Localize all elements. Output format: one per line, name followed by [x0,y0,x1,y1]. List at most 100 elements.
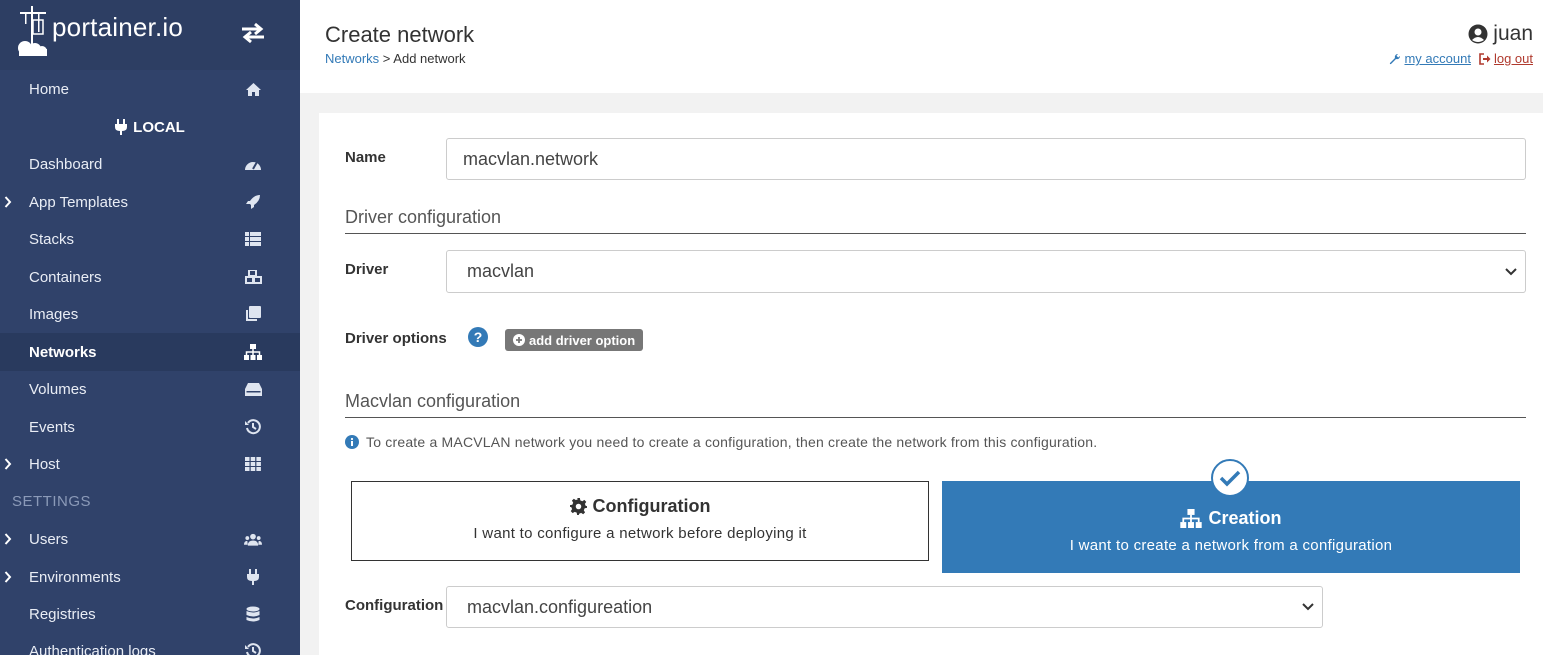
svg-text:?: ? [474,329,483,345]
configuration-option-card[interactable]: Configuration I want to configure a netw… [351,481,929,561]
plug-icon [244,568,262,586]
sidebar-item-authentication-logs[interactable]: Authentication logs [0,632,300,655]
sidebar-item-host[interactable]: Host [0,445,300,483]
sidebar-item-label: Users [29,530,69,548]
portainer-logo-icon [18,6,47,56]
history-icon [244,642,262,655]
sidebar-item-dashboard[interactable]: Dashboard [0,145,300,183]
wrench-icon [1390,53,1401,64]
log-out-label: log out [1493,51,1533,66]
driver-select[interactable]: macvlan [446,250,1526,293]
tachometer-icon [244,155,262,173]
sidebar-item-app-templates[interactable]: App Templates [0,183,300,221]
sidebar-item-label: Images [29,305,79,323]
sidebar-item-local[interactable]: LOCAL [0,108,300,146]
sidebar-item-label: App Templates [29,193,128,211]
sidebar-item-networks[interactable]: Networks [0,333,300,371]
home-icon [244,80,262,98]
create-network-form: Name macvlan.network Driver configuratio… [319,113,1543,655]
sidebar-item-label: Volumes [29,380,87,398]
sidebar-item-label: Stacks [29,230,75,248]
user-menu: juan [1468,22,1533,46]
plug-icon [115,119,128,135]
history-icon [244,418,262,436]
configuration-option-subtitle: I want to configure a network before dep… [473,525,807,542]
users-icon [244,530,262,548]
configuration-select-value: macvlan.configureation [467,596,653,617]
sidebar-item-label: Home [29,80,70,98]
brand-name: portainer.io [52,12,184,42]
sidebar-item-label: Authentication logs [29,642,156,655]
log-out-link[interactable]: log out [1479,51,1533,66]
chevron-down-icon [1302,603,1314,611]
name-input[interactable]: macvlan.network [446,138,1526,180]
selected-check-icon [1211,459,1249,497]
sidebar-item-containers[interactable]: Containers [0,258,300,296]
sidebar-item-label: Environments [29,568,121,586]
sidebar-item-stacks[interactable]: Stacks [0,220,300,258]
creation-option-subtitle: I want to create a network from a config… [1069,537,1393,554]
sidebar-section-settings: SETTINGS [12,493,92,510]
chevron-right-icon [4,533,12,545]
sidebar-item-label: Host [29,455,60,473]
breadcrumb-separator: > [379,51,394,66]
sign-out-icon [1479,52,1491,65]
sidebar-item-label: Dashboard [29,155,103,173]
macvlan-configuration-title: Macvlan configuration [345,391,1526,418]
th-list-icon [244,230,262,248]
sitemap-icon [1180,509,1203,528]
configuration-select[interactable]: macvlan.configureation [446,586,1323,628]
sidebar-item-users[interactable]: Users [0,520,300,558]
add-driver-option-label: add driver option [529,332,636,348]
macvlan-info-text: To create a MACVLAN network you need to … [345,434,1097,450]
sidebar-item-home[interactable]: Home [0,70,300,108]
driver-options-label: Driver options [345,330,447,347]
sidebar-item-label: Events [29,418,75,436]
chevron-right-icon [4,571,12,583]
brand-header: portainer.io [0,0,300,70]
add-driver-option-button[interactable]: add driver option [505,329,644,351]
page-title: Create network [325,22,475,47]
sidebar-item-registries[interactable]: Registries [0,595,300,633]
username: juan [1493,22,1533,45]
user-circle-icon [1468,24,1488,44]
driver-label: Driver [345,261,389,278]
sidebar-item-images[interactable]: Images [0,295,300,333]
my-account-label: my account [1404,51,1471,66]
breadcrumb-current: Add network [393,51,466,66]
cog-icon [569,498,587,515]
question-circle-icon[interactable]: ? [468,327,488,347]
breadcrumb: Networks > Add network [325,51,466,66]
sidebar-item-label: Registries [29,605,96,623]
toggle-sidebar-icon[interactable] [240,22,266,44]
info-circle-icon [345,435,359,449]
cubes-icon [244,268,262,286]
sidebar-item-label: Networks [29,343,97,361]
clone-icon [244,305,262,323]
breadcrumb-networks-link[interactable]: Networks [325,51,379,66]
creation-option-title-text: Creation [1208,508,1282,528]
plus-circle-icon [513,334,525,346]
sidebar-item-label: Containers [29,268,102,286]
th-icon [244,455,262,473]
chevron-right-icon [4,196,12,208]
configuration-option-title: Configuration [352,496,928,517]
my-account-link[interactable]: my account [1389,51,1471,66]
creation-option-title: Creation [942,508,1520,529]
sidebar-item-volumes[interactable]: Volumes [0,370,300,408]
driver-configuration-title: Driver configuration [345,207,1526,234]
rocket-icon [244,193,262,211]
configuration-label: Configuration [345,597,444,614]
info-text: To create a MACVLAN network you need to … [366,434,1098,450]
chevron-right-icon [4,458,12,470]
configuration-option-title-text: Configuration [592,496,711,516]
name-label: Name [345,149,386,166]
sidebar-item-label: LOCAL [133,118,185,136]
top-bar: Create network Networks > Add network ju… [300,0,1543,93]
sidebar-item-events[interactable]: Events [0,408,300,446]
sidebar-item-environments[interactable]: Environments [0,558,300,596]
hdd-icon [244,380,262,398]
sitemap-icon [244,343,262,361]
user-links: my account log out [1389,51,1533,66]
chevron-down-icon [1505,267,1517,275]
